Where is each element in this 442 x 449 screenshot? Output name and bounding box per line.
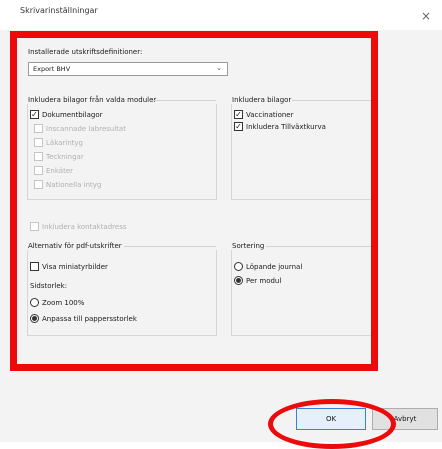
printer-settings-dialog: Skrivarinställningar × Installerade utsk…	[0, 0, 442, 449]
close-icon[interactable]: ×	[421, 10, 431, 22]
window-title: Skrivarinställningar	[20, 6, 98, 15]
highlight-rectangle	[10, 31, 378, 371]
title-bar: Skrivarinställningar ×	[0, 0, 442, 30]
